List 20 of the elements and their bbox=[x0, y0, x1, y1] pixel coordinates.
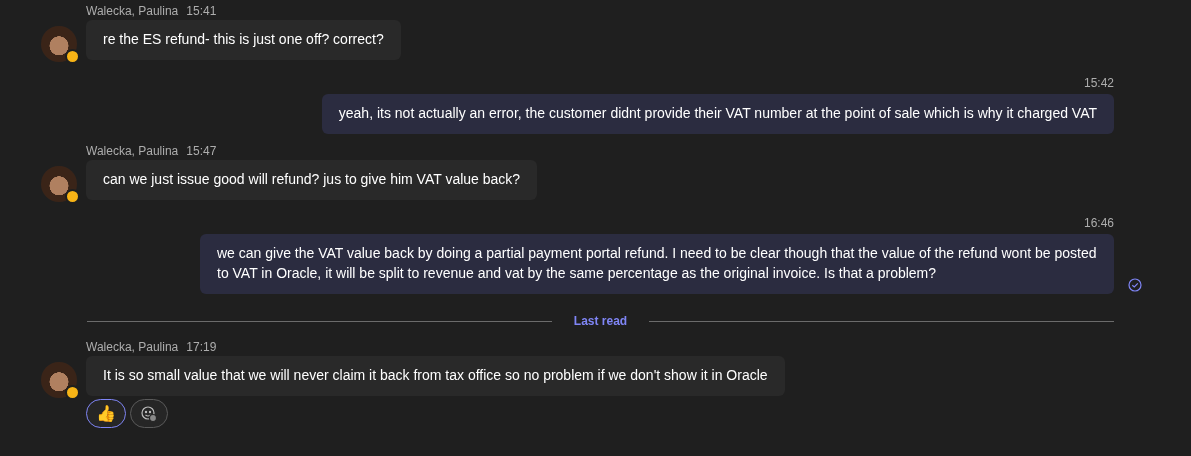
avatar[interactable] bbox=[41, 166, 77, 202]
message-bubble: It is so small value that we will never claim it back from tax office so no problem if we don't show it in Oracle bbox=[86, 356, 785, 396]
message-bubble: re the ES refund- this is just one off? correct? bbox=[86, 20, 401, 60]
last-read-label: Last read bbox=[573, 314, 628, 328]
add-reaction-button[interactable] bbox=[130, 399, 168, 428]
message-bubble: we can give the VAT value back by doing a partial payment portal refund. I need to be clear though that the value of the refund wont be posted to VAT in Oracle, it will be split to revenue and vat by the same percentage as the original invoice. Is that a problem? bbox=[200, 234, 1114, 294]
message-time: 16:46 bbox=[1083, 216, 1114, 230]
avatar[interactable] bbox=[41, 362, 77, 398]
message-time: 15:41 bbox=[186, 4, 217, 18]
emoji-add-icon bbox=[140, 404, 158, 423]
sender-name: Walecka, Paulina bbox=[86, 4, 179, 18]
message-bubble: can we just issue good will refund? jus to give him VAT value back? bbox=[86, 160, 538, 200]
message-time: 15:42 bbox=[1083, 76, 1114, 90]
reaction-button[interactable]: 👍 bbox=[86, 399, 126, 428]
sender-name: Walecka, Paulina bbox=[86, 340, 179, 354]
message-time: 17:19 bbox=[186, 340, 217, 354]
sender-name: Walecka, Paulina bbox=[86, 144, 179, 158]
message-bubble: yeah, its not actually an error, the customer didnt provide their VAT number at the point of sale which is why it charged VAT bbox=[321, 94, 1114, 134]
message-time: 15:47 bbox=[186, 144, 217, 158]
avatar[interactable] bbox=[41, 26, 77, 62]
